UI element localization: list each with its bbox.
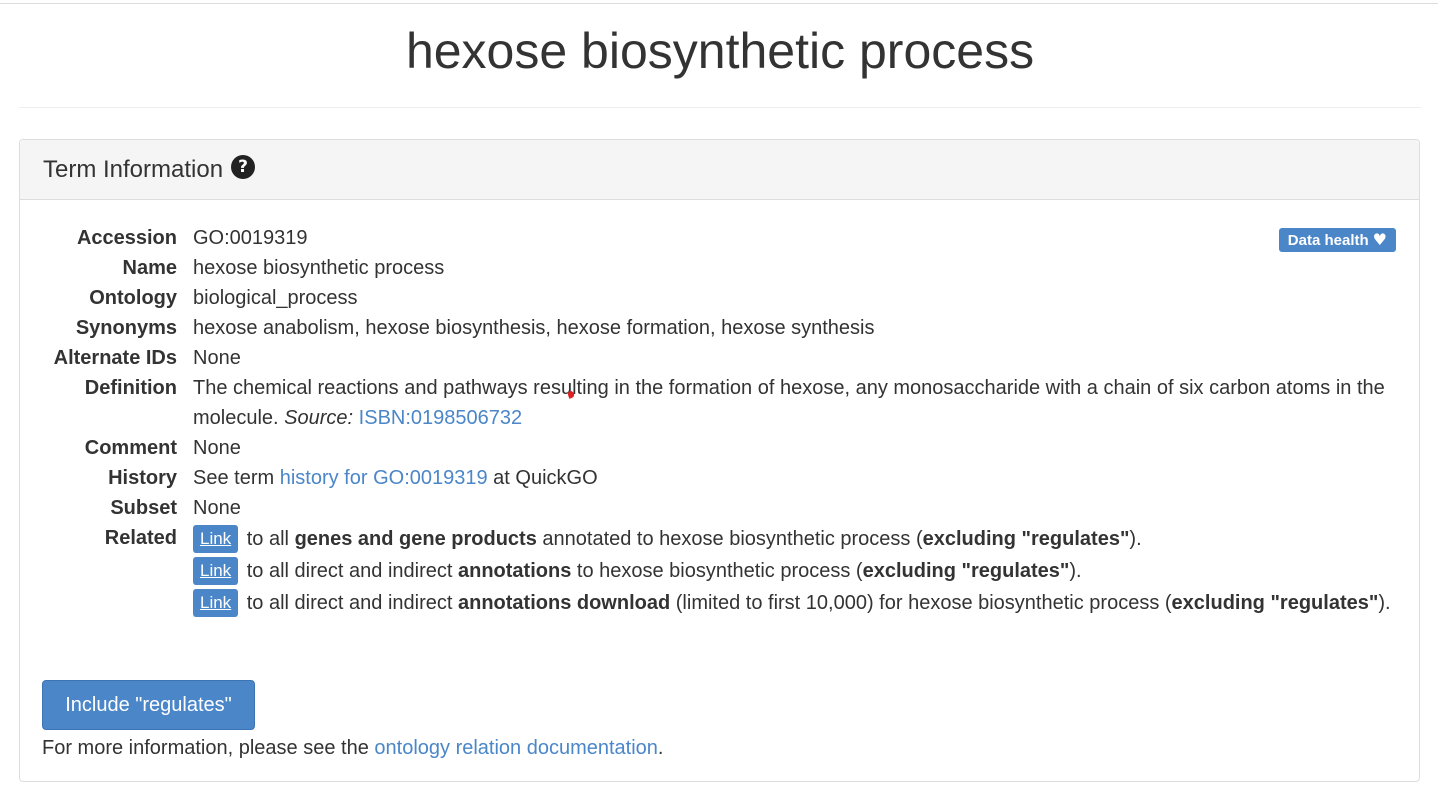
related-text: ). [1378,592,1391,614]
related-text: to all direct and indirect [246,592,453,614]
row-subset: Subset None [20,493,1400,523]
term-information-panel: Term Information ? Data health ♥ Accessi… [19,139,1420,782]
row-name: Name hexose biosynthetic process [20,253,1400,283]
row-synonyms: Synonyms hexose anabolism, hexose biosyn… [20,313,1400,343]
value-definition: The chemical reactions and pathways resu… [193,373,1400,433]
row-accession: Accession GO:0019319 [20,223,1400,253]
ontology-relation-doc-link[interactable]: ontology relation documentation [374,737,658,759]
question-circle-icon[interactable]: ? [231,154,256,179]
related-link-button[interactable]: Link [193,588,239,617]
panel-title: Term Information [43,155,224,183]
related-link-button[interactable]: Link [193,524,239,553]
related-text: ). [1129,528,1142,550]
value-synonyms: hexose anabolism, hexose biosynthesis, h… [193,317,875,339]
history-prefix: See term [193,467,275,489]
related-bold: excluding "regulates" [1171,592,1379,614]
related-bold: excluding "regulates" [922,528,1130,550]
related-link-button[interactable]: Link [193,556,239,585]
value-subset: None [193,497,241,519]
row-comment: Comment None [20,433,1400,463]
label-accession: Accession [76,227,177,249]
page-header: hexose biosynthetic process [19,4,1421,108]
history-link[interactable]: history for GO:0019319 [280,467,488,489]
label-definition: Definition [84,377,177,399]
row-definition: Definition The chemical reactions and pa… [20,373,1400,433]
include-regulates-button[interactable]: Include "regulates" [42,680,255,730]
related-item-genes: Link to all genes and gene products anno… [193,523,1400,555]
panel-heading: Term Information ? [20,140,1419,200]
related-text: to hexose biosynthetic process ( [576,560,863,582]
related-bold: genes and gene products [294,528,537,550]
label-ontology: Ontology [89,287,177,309]
more-info-suffix: . [657,737,664,759]
source-label: Source: [284,407,354,429]
value-accession: GO:0019319 [193,227,308,249]
term-details: Accession GO:0019319 Name hexose biosynt… [20,223,1400,619]
value-name: hexose biosynthetic process [193,257,445,279]
related-bold: annotations [457,560,572,582]
value-related: Link to all genes and gene products anno… [193,523,1400,619]
more-info-prefix: For more information, please see the [42,737,369,759]
related-bold: excluding "regulates" [862,560,1070,582]
related-text: ). [1069,560,1082,582]
value-history: See term history for GO:0019319 at Quick… [193,463,1400,493]
related-text: to all [246,528,289,550]
page-title: hexose biosynthetic process [405,23,1035,79]
label-name: Name [122,257,177,279]
related-item-annotations: Link to all direct and indirect annotati… [193,555,1400,587]
row-ontology: Ontology biological_process [20,283,1400,313]
related-item-download: Link to all direct and indirect annotati… [193,587,1400,619]
related-text: annotated to hexose biosynthetic process… [542,528,923,550]
label-history: History [108,467,177,489]
label-alternate-ids: Alternate IDs [53,347,177,369]
label-related: Related [104,527,177,549]
related-bold: annotations download [457,592,671,614]
row-alternate-ids: Alternate IDs None [20,343,1400,373]
label-subset: Subset [110,497,177,519]
related-text: to all direct and indirect [246,560,453,582]
related-text: (limited to first 10,000) for hexose bio… [675,592,1172,614]
label-synonyms: Synonyms [75,317,177,339]
source-link[interactable]: ISBN:0198506732 [359,407,522,429]
value-comment: None [193,437,241,459]
value-alternate-ids: None [193,347,241,369]
label-comment: Comment [84,437,177,459]
history-suffix: at QuickGO [493,467,598,489]
row-related: Related Link to all genes and gene produ… [20,523,1400,619]
more-info-text: For more information, please see the ont… [42,733,663,763]
row-history: History See term history for GO:0019319 … [20,463,1400,493]
value-ontology: biological_process [193,287,358,309]
